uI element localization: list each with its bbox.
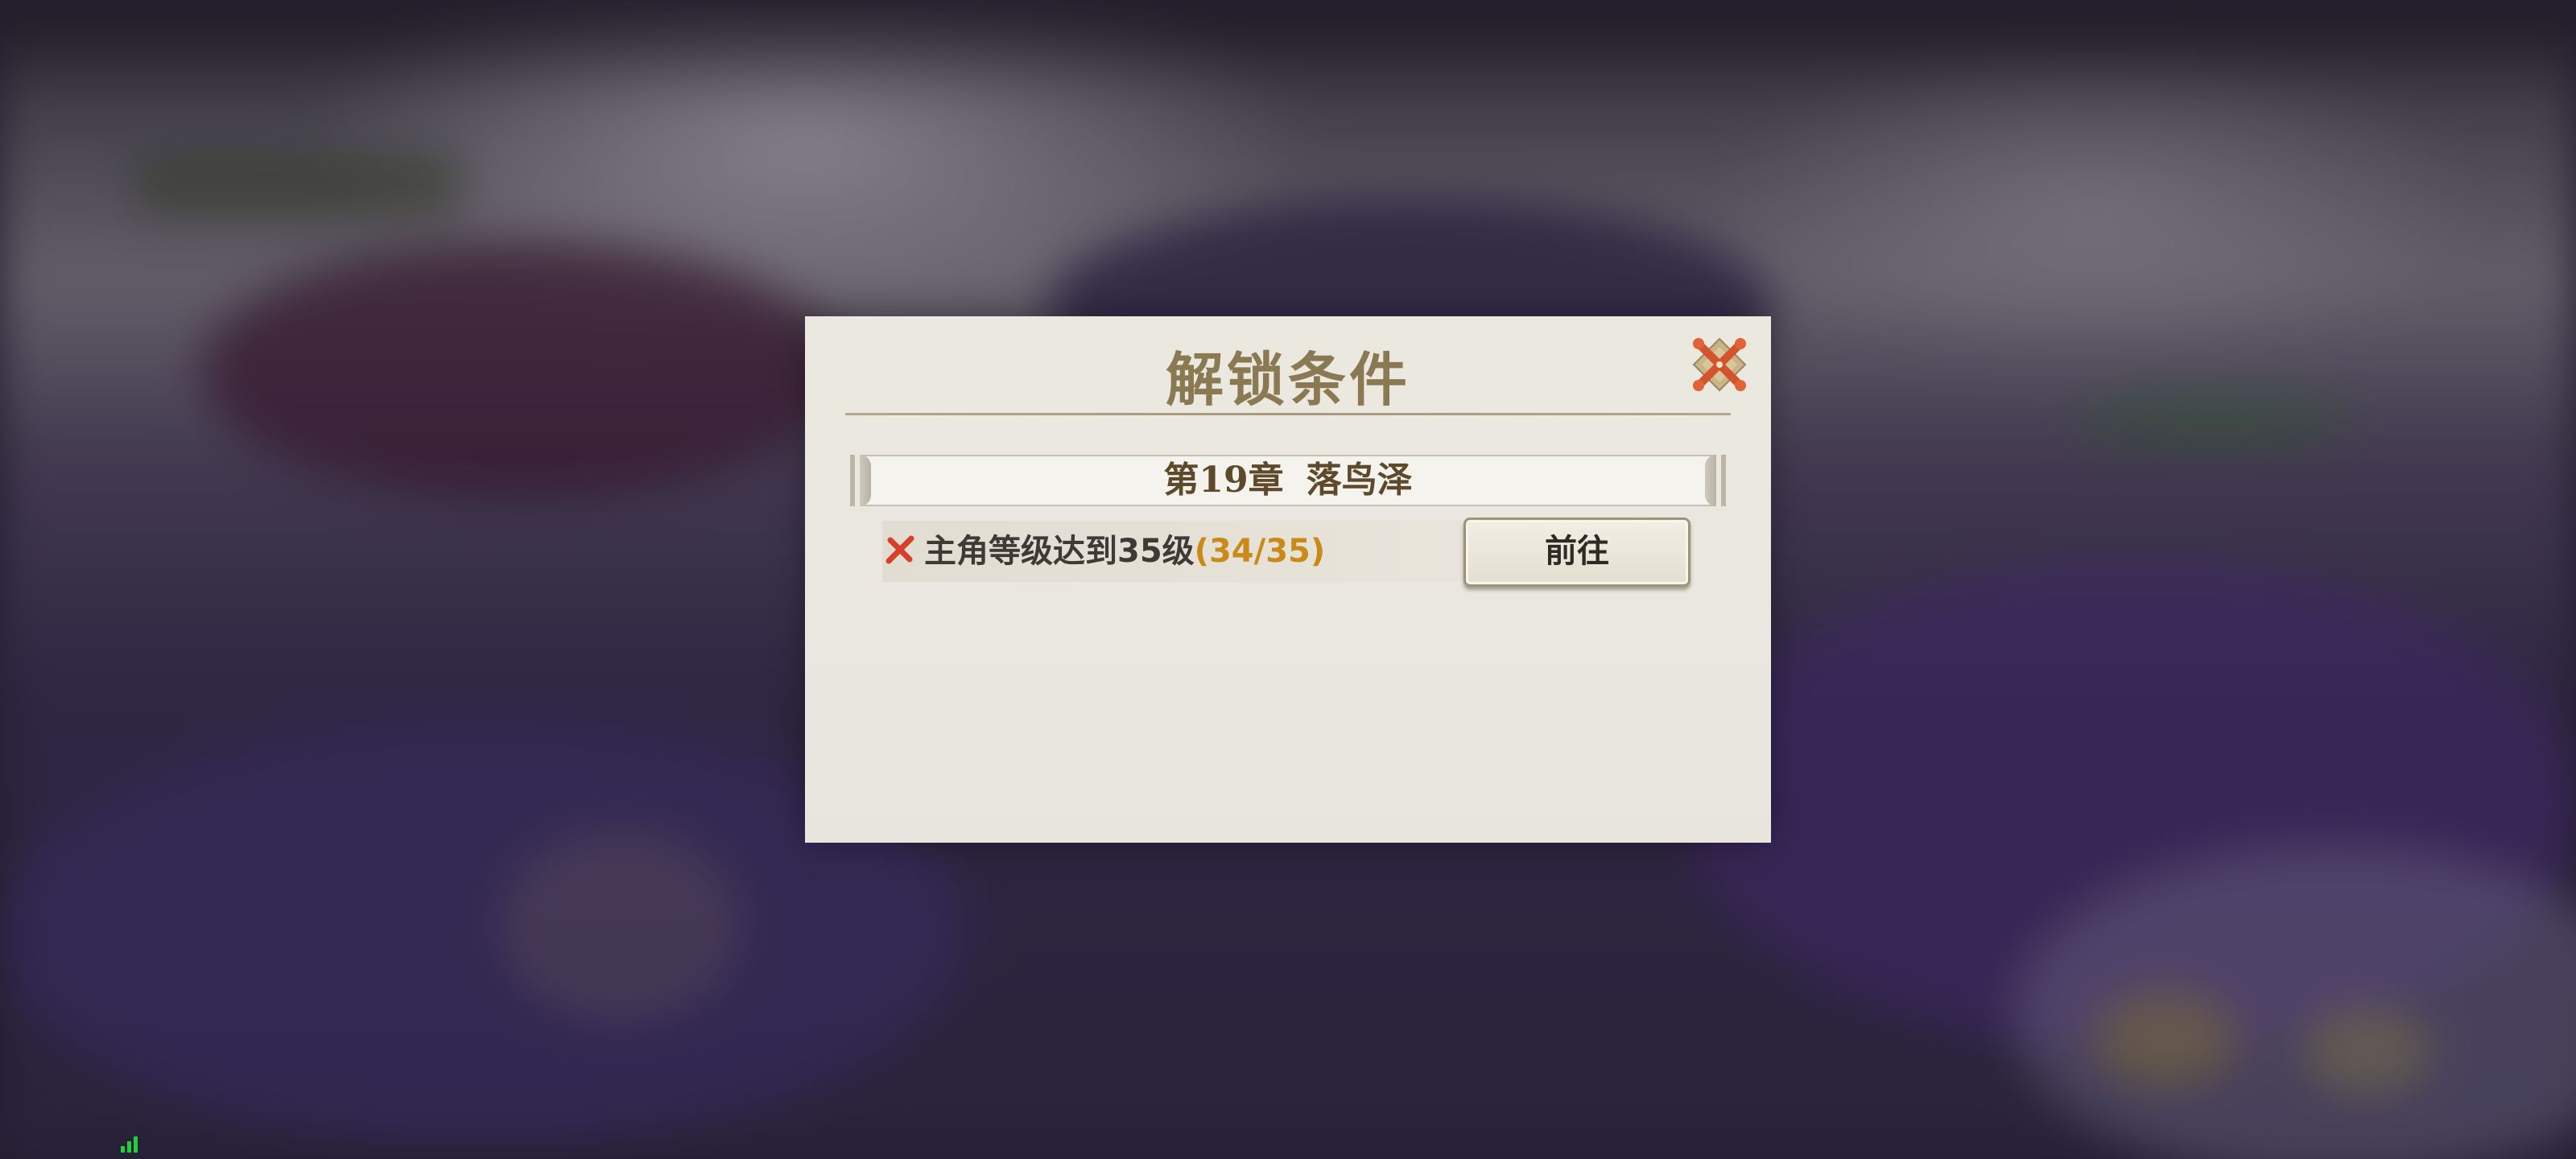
title-divider (845, 413, 1731, 415)
chapter-title: 第19章 落鸟泽 (861, 456, 1715, 505)
condition-progress: (34/35) (1194, 533, 1326, 570)
close-button[interactable] (1689, 334, 1750, 395)
goto-button[interactable]: 前往 (1463, 518, 1690, 587)
cross-fail-icon (886, 535, 914, 564)
dialog-title: 解锁条件 (1165, 345, 1410, 414)
game-screen: 解锁条件 第19章 落鸟泽 主角等级达到35级(34/35) 前往 (0, 0, 2576, 1159)
condition-label: 主角等级达到35级(34/35) (924, 521, 1325, 582)
close-x-icon (1692, 337, 1747, 392)
unlock-conditions-dialog: 解锁条件 第19章 落鸟泽 主角等级达到35级(34/35) 前往 (805, 316, 1771, 843)
signal-bars-icon (121, 1135, 142, 1153)
chapter-banner: 第19章 落鸟泽 (850, 455, 1726, 506)
chapter-number: 第19章 (1163, 460, 1284, 501)
condition-text: 主角等级达到35级 (924, 533, 1195, 570)
chapter-name: 落鸟泽 (1306, 460, 1413, 501)
